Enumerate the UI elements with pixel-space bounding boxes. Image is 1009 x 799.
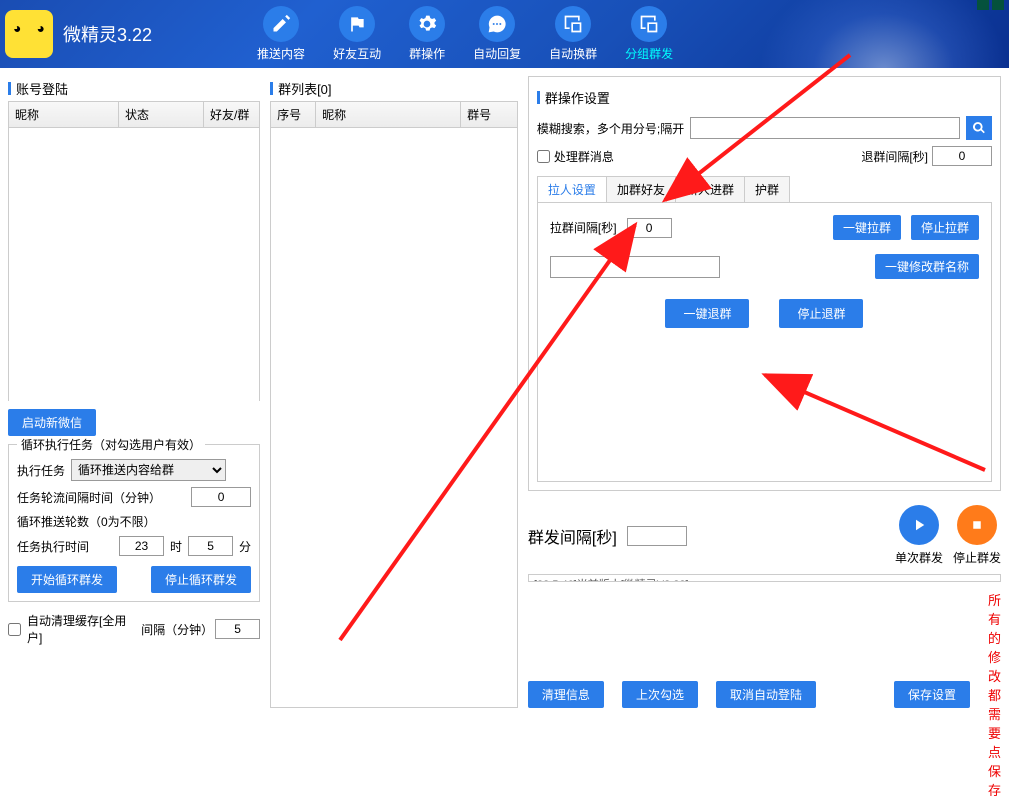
log-output[interactable]: [23:5:46]当前版本[微精灵V3.22] [23:5:46]到期时间：0天… [528,574,1001,582]
autoclean-interval-label: 间隔（分钟） [141,621,209,638]
account-table-body[interactable] [9,128,259,404]
chat-icon [479,6,515,42]
interval-input[interactable] [191,487,251,507]
pull-interval-label: 拉群间隔[秒] [550,219,617,236]
app-title: 微精灵3.22 [63,21,152,47]
exit-button[interactable]: 一键退群 [665,299,749,328]
loop-task-group: 循环执行任务（对勾选用户有效） 执行任务 循环推送内容给群 任务轮流间隔时间（分… [8,444,260,602]
pull-interval-input[interactable] [627,218,672,238]
play-icon [899,505,939,545]
toolbar-group-send[interactable]: 分组群发 [625,6,673,62]
col-nickname[interactable]: 昵称 [9,102,119,127]
main-toolbar: 推送内容 好友互动 群操作 自动回复 自动换群 分组群发 [257,6,673,62]
tab-guard[interactable]: 护群 [745,177,789,202]
toolbar-auto-reply[interactable]: 自动回复 [473,6,521,62]
col-status[interactable]: 状态 [119,102,204,127]
stop-send-button[interactable]: 停止群发 [953,505,1001,566]
single-send-button[interactable]: 单次群发 [895,505,943,566]
flag-icon [339,6,375,42]
send-interval-input[interactable] [627,526,687,546]
close-icon[interactable] [992,0,1004,10]
group-ops-title: 群操作设置 [537,85,992,110]
account-login-title: 账号登陆 [8,76,260,101]
group-ops-panel: 群操作设置 模糊搜索，多个用分号;隔开 处理群消息 退群间隔[秒] [528,76,1001,491]
pull-button[interactable]: 一键拉群 [833,215,901,240]
gear-icon [409,6,445,42]
search-button[interactable] [966,116,992,140]
search-label: 模糊搜索，多个用分号;隔开 [537,120,684,137]
autoclean-input[interactable] [215,619,260,639]
swap-icon [555,6,591,42]
autoclean-label: 自动清理缓存[全用户] [27,612,135,646]
process-msg-checkbox[interactable] [537,150,550,163]
group-table-body[interactable] [271,128,517,707]
col-friends[interactable]: 好友/群 [204,102,259,127]
start-loop-button[interactable]: 开始循环群发 [17,566,117,593]
task-label: 执行任务 [17,462,65,479]
exec-min-input[interactable] [188,536,233,556]
settings-tabs: 拉人设置 加群好友 新人进群 护群 [537,176,790,202]
save-button[interactable]: 保存设置 [894,681,970,708]
app-logo [5,10,53,58]
exec-hour-input[interactable] [119,536,164,556]
interval-label: 任务轮流间隔时间（分钟） [17,489,185,506]
autoclean-checkbox[interactable] [8,623,21,636]
cancel-login-button[interactable]: 取消自动登陆 [716,681,816,708]
min-icon[interactable] [977,0,989,10]
tab-new-member[interactable]: 新人进群 [676,177,745,202]
search-input[interactable] [690,117,960,139]
tab-content-pull: 拉群间隔[秒] 一键拉群 停止拉群 一键修改群名称 一键退群 停止退群 [537,202,992,482]
last-check-button[interactable]: 上次勾选 [622,681,698,708]
search-icon [972,121,986,135]
toolbar-push[interactable]: 推送内容 [257,6,305,62]
stop-loop-button[interactable]: 停止循环群发 [151,566,251,593]
account-table: 昵称 状态 好友/群 [8,101,260,401]
exit-interval-input[interactable] [932,146,992,166]
col-group-id[interactable]: 群号 [461,102,517,127]
stop-exit-button[interactable]: 停止退群 [779,299,863,328]
toolbar-interact[interactable]: 好友互动 [333,6,381,62]
tab-pull[interactable]: 拉人设置 [538,177,607,202]
stop-icon [957,505,997,545]
exit-interval-label: 退群间隔[秒] [861,148,928,165]
app-header: 微精灵3.22 推送内容 好友互动 群操作 自动回复 自动换群 分组群发 [0,0,1009,68]
toolbar-auto-swap[interactable]: 自动换群 [549,6,597,62]
rename-input[interactable] [550,256,720,278]
col-nickname[interactable]: 昵称 [316,102,461,127]
rounds-label: 循环推送轮数（0为不限） [17,513,156,530]
task-select[interactable]: 循环推送内容给群 [71,459,226,481]
exec-time-label: 任务执行时间 [17,538,113,555]
toolbar-group-ops[interactable]: 群操作 [409,6,445,62]
pen-icon [263,6,299,42]
group-list-title: 群列表[0] [270,76,518,101]
save-note: 所有的修改都需要点保存 [988,590,1001,799]
clear-button[interactable]: 清理信息 [528,681,604,708]
group-send-icon [631,6,667,42]
group-table: 序号 昵称 群号 [270,101,518,708]
rename-button[interactable]: 一键修改群名称 [875,254,979,279]
tab-add-friend[interactable]: 加群好友 [607,177,676,202]
stop-pull-button[interactable]: 停止拉群 [911,215,979,240]
start-wechat-button[interactable]: 启动新微信 [8,409,96,436]
col-index[interactable]: 序号 [271,102,316,127]
loop-task-title: 循环执行任务（对勾选用户有效） [17,436,205,453]
send-interval-label: 群发间隔[秒] [528,524,617,548]
window-controls [977,0,1004,10]
process-msg-label: 处理群消息 [554,148,614,165]
